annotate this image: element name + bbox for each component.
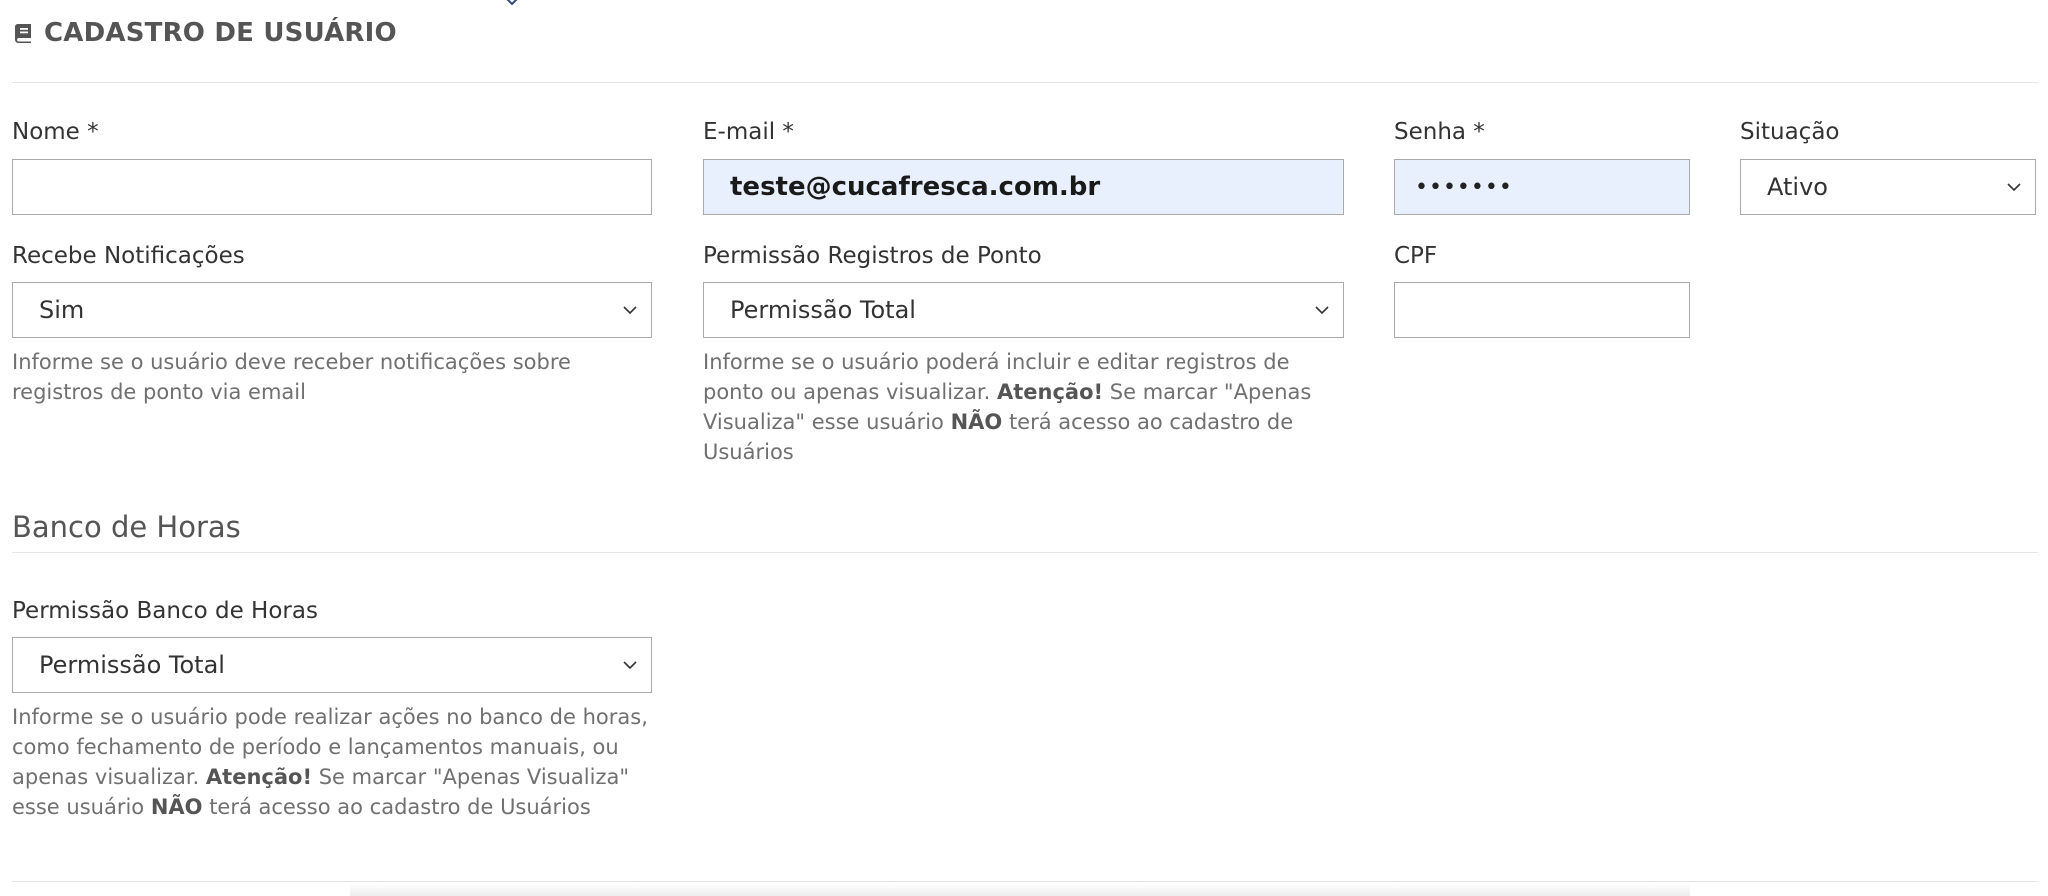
permissao-banco-horas-select[interactable]: Permissão Total bbox=[12, 637, 652, 693]
permissao-ponto-help: Informe se o usuário poderá incluir e ed… bbox=[703, 347, 1343, 467]
recebe-notificacoes-value: Sim bbox=[39, 296, 85, 324]
footer-divider bbox=[12, 881, 2038, 882]
recebe-notificacoes-select[interactable]: Sim bbox=[12, 282, 652, 338]
footer-shadow bbox=[350, 884, 1690, 896]
nome-label: Nome * bbox=[12, 119, 99, 145]
help-warning: Atenção! bbox=[997, 380, 1104, 404]
senha-value: ••••••• bbox=[1415, 174, 1513, 200]
email-value: teste@cucafresca.com.br bbox=[730, 172, 1101, 202]
user-registration-page: CADASTRO DE USUÁRIO Nome * E-mail * test… bbox=[0, 0, 2048, 896]
nome-input[interactable] bbox=[12, 159, 652, 215]
chevron-down-icon bbox=[1315, 306, 1329, 315]
cpf-input[interactable] bbox=[1394, 282, 1690, 338]
section-divider bbox=[12, 552, 2038, 553]
permissao-ponto-label: Permissão Registros de Ponto bbox=[703, 243, 1042, 269]
help-text: terá acesso ao cadastro de Usuários bbox=[202, 795, 591, 819]
chevron-down-icon bbox=[2007, 183, 2021, 192]
situacao-value: Ativo bbox=[1767, 173, 1828, 201]
email-label: E-mail * bbox=[703, 119, 794, 145]
page-title: CADASTRO DE USUÁRIO bbox=[44, 18, 397, 48]
caret-down-icon bbox=[506, 0, 518, 6]
senha-input[interactable]: ••••••• bbox=[1394, 159, 1690, 215]
banco-horas-section-title: Banco de Horas bbox=[12, 510, 241, 544]
permissao-banco-horas-label: Permissão Banco de Horas bbox=[12, 598, 318, 624]
cpf-label: CPF bbox=[1394, 243, 1438, 269]
chevron-down-icon bbox=[623, 306, 637, 315]
situacao-select[interactable]: Ativo bbox=[1740, 159, 2036, 215]
recebe-notificacoes-help: Informe se o usuário deve receber notifi… bbox=[12, 350, 571, 404]
chevron-down-icon bbox=[623, 661, 637, 670]
help-emphasis: NÃO bbox=[950, 410, 1003, 434]
header-divider bbox=[12, 82, 2038, 83]
permissao-ponto-value: Permissão Total bbox=[730, 296, 916, 324]
page-header: CADASTRO DE USUÁRIO bbox=[12, 18, 397, 48]
email-input[interactable]: teste@cucafresca.com.br bbox=[703, 159, 1344, 215]
help-emphasis: NÃO bbox=[150, 795, 203, 819]
situacao-label: Situação bbox=[1740, 119, 1840, 145]
permissao-banco-horas-value: Permissão Total bbox=[39, 651, 225, 679]
permissao-banco-horas-help: Informe se o usuário pode realizar ações… bbox=[12, 702, 652, 822]
book-icon bbox=[15, 24, 31, 43]
help-warning: Atenção! bbox=[205, 765, 313, 789]
senha-label: Senha * bbox=[1394, 119, 1485, 145]
recebe-notificacoes-label: Recebe Notificações bbox=[12, 243, 245, 269]
permissao-ponto-select[interactable]: Permissão Total bbox=[703, 282, 1344, 338]
